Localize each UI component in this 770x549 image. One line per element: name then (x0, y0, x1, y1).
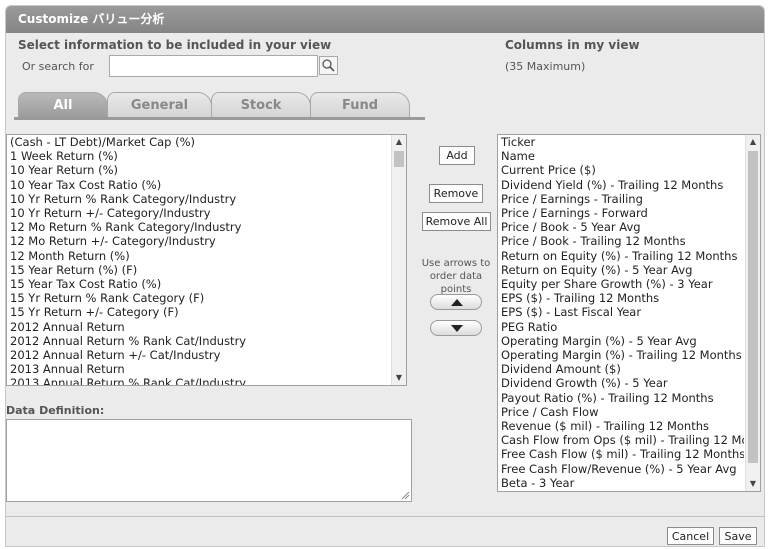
list-item[interactable]: Dividend Amount ($) (500, 362, 744, 376)
selected-items: Ticker Name Current Price ($) Dividend Yiel… (500, 135, 744, 490)
footer-divider (6, 516, 764, 517)
remove-all-button[interactable]: Remove All (422, 212, 491, 231)
list-item[interactable]: 10 Year Return (%) (9, 163, 390, 177)
list-item[interactable]: Dividend Yield (%) - Trailing 12 Months (500, 178, 744, 192)
scroll-up-icon[interactable]: ▲ (392, 135, 406, 149)
list-item[interactable]: Cash Flow from Ops ($ mil) - Trailing 12… (500, 433, 744, 447)
list-item[interactable]: 15 Yr Return % Rank Category (F) (9, 291, 390, 305)
list-item[interactable]: 2012 Annual Return (9, 320, 390, 334)
order-hint: Use arrows to order data points (421, 258, 491, 295)
list-item[interactable]: Price / Book - 5 Year Avg (500, 220, 744, 234)
list-item[interactable]: Dividend Growth (%) - 5 Year (500, 376, 744, 390)
left-heading: Select information to be included in you… (18, 38, 332, 52)
scroll-down-icon[interactable]: ▼ (746, 477, 760, 491)
list-item[interactable]: Price / Earnings - Trailing (500, 192, 744, 206)
list-item[interactable]: Name (500, 149, 744, 163)
list-item[interactable]: 12 Mo Return +/- Category/Industry (9, 234, 390, 248)
scroll-down-icon[interactable]: ▼ (392, 371, 406, 385)
selected-columns-list[interactable]: Ticker Name Current Price ($) Dividend Yiel… (497, 134, 761, 492)
list-item[interactable]: Price / Cash Flow (500, 405, 744, 419)
move-down-button[interactable] (430, 320, 482, 336)
list-item[interactable]: 2012 Annual Return % Rank Cat/Industry (9, 334, 390, 348)
scroll-thumb[interactable] (748, 151, 758, 463)
cancel-button[interactable]: Cancel (667, 527, 714, 545)
tab-stock[interactable]: Stock (211, 92, 311, 118)
list-item[interactable]: Price / Earnings - Forward (500, 206, 744, 220)
list-item[interactable]: 2013 Annual Return (9, 362, 390, 376)
triangle-up-icon (451, 299, 463, 306)
remove-button[interactable]: Remove (429, 184, 483, 203)
list-item[interactable]: Return on Equity (%) - Trailing 12 Month… (500, 249, 744, 263)
tabs-underline (14, 117, 425, 120)
data-definition-label: Data Definition: (6, 404, 105, 417)
available-scrollbar[interactable]: ▲ ▼ (391, 135, 406, 385)
list-item[interactable]: 15 Yr Return +/- Category (F) (9, 305, 390, 319)
right-heading: Columns in my view (505, 38, 640, 52)
available-fields-list[interactable]: (Cash - LT Debt)/Market Cap (%) 1 Week Re… (6, 134, 407, 386)
list-item[interactable]: Free Cash Flow/Revenue (%) - 5 Year Avg (500, 462, 744, 476)
dialog-title: Customize バリュー分析 (6, 6, 764, 33)
tab-fund[interactable]: Fund (310, 92, 410, 118)
list-item[interactable]: EPS ($) - Trailing 12 Months (500, 291, 744, 305)
list-item[interactable]: (Cash - LT Debt)/Market Cap (%) (9, 135, 390, 149)
scroll-up-icon[interactable]: ▲ (746, 135, 760, 149)
list-item[interactable]: Beta - 3 Year (500, 476, 744, 490)
list-item[interactable]: 15 Year Return (%) (F) (9, 263, 390, 277)
list-item[interactable]: 1 Week Return (%) (9, 149, 390, 163)
scroll-thumb[interactable] (394, 151, 404, 167)
list-item[interactable]: Free Cash Flow ($ mil) - Trailing 12 Mon… (500, 447, 744, 461)
list-item[interactable]: Operating Margin (%) - 5 Year Avg (500, 334, 744, 348)
resize-grip-icon[interactable] (401, 491, 410, 500)
search-icon (322, 59, 335, 72)
search-input[interactable] (109, 55, 318, 77)
triangle-down-icon (451, 325, 463, 332)
list-item[interactable]: 12 Mo Return % Rank Category/Industry (9, 220, 390, 234)
selected-scrollbar[interactable]: ▲ ▼ (745, 135, 760, 491)
list-item[interactable]: 2012 Annual Return +/- Cat/Industry (9, 348, 390, 362)
list-item[interactable]: Revenue ($ mil) - Trailing 12 Months (500, 419, 744, 433)
list-item[interactable]: 10 Yr Return +/- Category/Industry (9, 206, 390, 220)
list-item[interactable]: Current Price ($) (500, 163, 744, 177)
list-item[interactable]: PEG Ratio (500, 320, 744, 334)
list-item[interactable]: EPS ($) - Last Fiscal Year (500, 305, 744, 319)
available-items: (Cash - LT Debt)/Market Cap (%) 1 Week Re… (9, 135, 390, 385)
tab-general[interactable]: General (107, 92, 212, 118)
list-item[interactable]: Return on Equity (%) - 5 Year Avg (500, 263, 744, 277)
list-item[interactable]: Equity per Share Growth (%) - 3 Year (500, 277, 744, 291)
list-item[interactable]: 10 Yr Return % Rank Category/Industry (9, 192, 390, 206)
list-item[interactable]: 12 Month Return (%) (9, 249, 390, 263)
list-item[interactable]: Operating Margin (%) - Trailing 12 Month… (500, 348, 744, 362)
list-item[interactable]: Ticker (500, 135, 744, 149)
list-item[interactable]: 15 Year Tax Cost Ratio (%) (9, 277, 390, 291)
add-button[interactable]: Add (439, 146, 475, 165)
tab-all[interactable]: All (18, 92, 108, 118)
move-up-button[interactable] (430, 294, 482, 310)
save-button[interactable]: Save (719, 527, 757, 545)
list-item[interactable]: 2013 Annual Return % Rank Cat/Industry (9, 376, 390, 385)
max-columns-note: (35 Maximum) (505, 60, 586, 73)
list-item[interactable]: 10 Year Tax Cost Ratio (%) (9, 178, 390, 192)
list-item[interactable]: Price / Book - Trailing 12 Months (500, 234, 744, 248)
data-definition-textarea[interactable] (6, 419, 412, 502)
customize-dialog: Customize バリュー分析 Select information to b… (5, 5, 765, 547)
list-item[interactable]: Payout Ratio (%) - Trailing 12 Months (500, 391, 744, 405)
search-button[interactable] (319, 56, 338, 75)
search-label: Or search for (22, 60, 94, 73)
